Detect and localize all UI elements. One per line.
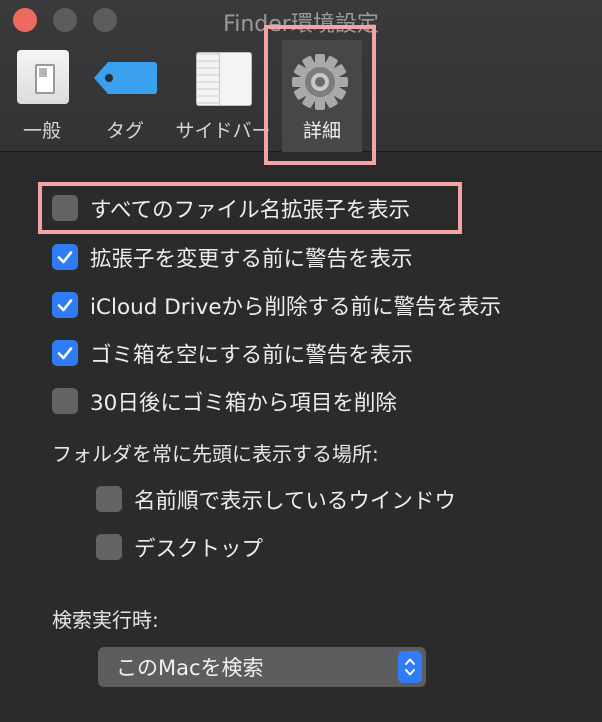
checkmark-icon [57, 299, 73, 312]
show-all-extensions-option[interactable]: すべてのファイル名拡張子を表示 [52, 191, 410, 225]
warn-extension-change-label: 拡張子を変更する前に警告を表示 [90, 246, 413, 272]
warn-empty-trash-option[interactable]: ゴミ箱を空にする前に警告を表示 [52, 336, 413, 370]
warn-extension-change-option[interactable]: 拡張子を変更する前に警告を表示 [52, 240, 413, 274]
remove-trash-after-30-days-option[interactable]: 30日後にゴミ箱から項目を削除 [52, 384, 397, 418]
tab-tags[interactable]: タグ [84, 40, 166, 152]
folders-on-top-desktop-checkbox[interactable] [96, 534, 122, 560]
folders-on-top-heading: フォルダを常に先頭に表示する場所: [52, 442, 379, 466]
warn-empty-trash-label: ゴミ箱を空にする前に警告を表示 [90, 342, 413, 368]
warn-icloud-delete-label: iCloud Driveから削除する前に警告を表示 [90, 294, 502, 320]
checkmark-icon [57, 347, 73, 360]
folders-on-top-desktop-option[interactable]: デスクトップ [96, 530, 263, 564]
finder-preferences-window: Finder環境設定 一般 タグ サイドバー 詳細 すべてのファイル名拡張子を表… [0, 0, 602, 722]
folders-on-top-desktop-label: デスクトップ [134, 536, 264, 562]
window-title: Finder環境設定 [223, 12, 379, 37]
toolbar: Finder環境設定 一般 タグ サイドバー 詳細 [0, 0, 602, 165]
warn-extension-change-checkbox[interactable] [52, 244, 78, 270]
tab-advanced-label: 詳細 [302, 120, 341, 142]
search-scope-heading: 検索実行時: [52, 608, 159, 632]
show-all-extensions-label: すべてのファイル名拡張子を表示 [90, 197, 411, 223]
general-switch-icon [17, 50, 69, 104]
tab-advanced[interactable]: 詳細 [282, 40, 362, 152]
sidebar-icon [196, 52, 252, 106]
folders-on-top-windows-checkbox[interactable] [96, 486, 122, 512]
search-scope-value: このMacを検索 [116, 656, 264, 680]
folders-on-top-windows-label: 名前順で表示しているウインドウ [134, 488, 456, 514]
warn-icloud-delete-option[interactable]: iCloud Driveから削除する前に警告を表示 [52, 288, 501, 322]
tab-sidebar[interactable]: サイドバー [170, 40, 276, 152]
folders-on-top-windows-option[interactable]: 名前順で表示しているウインドウ [96, 482, 456, 516]
remove-trash-after-30-days-label: 30日後にゴミ箱から項目を削除 [90, 390, 397, 416]
up-down-chevron-icon [405, 658, 415, 676]
tab-sidebar-label: サイドバー [175, 120, 271, 142]
warn-icloud-delete-checkbox[interactable] [52, 292, 78, 318]
show-all-extensions-checkbox[interactable] [52, 195, 78, 221]
tag-icon [94, 62, 157, 94]
search-scope-select[interactable]: このMacを検索 [98, 647, 426, 687]
warn-empty-trash-checkbox[interactable] [52, 340, 78, 366]
tab-general[interactable]: 一般 [6, 40, 78, 152]
remove-trash-after-30-days-checkbox[interactable] [52, 388, 78, 414]
tab-general-label: 一般 [22, 120, 61, 142]
gear-icon [292, 54, 348, 110]
checkmark-icon [57, 251, 73, 264]
popup-chevrons-icon[interactable] [398, 651, 422, 683]
tab-tags-label: タグ [105, 120, 144, 142]
